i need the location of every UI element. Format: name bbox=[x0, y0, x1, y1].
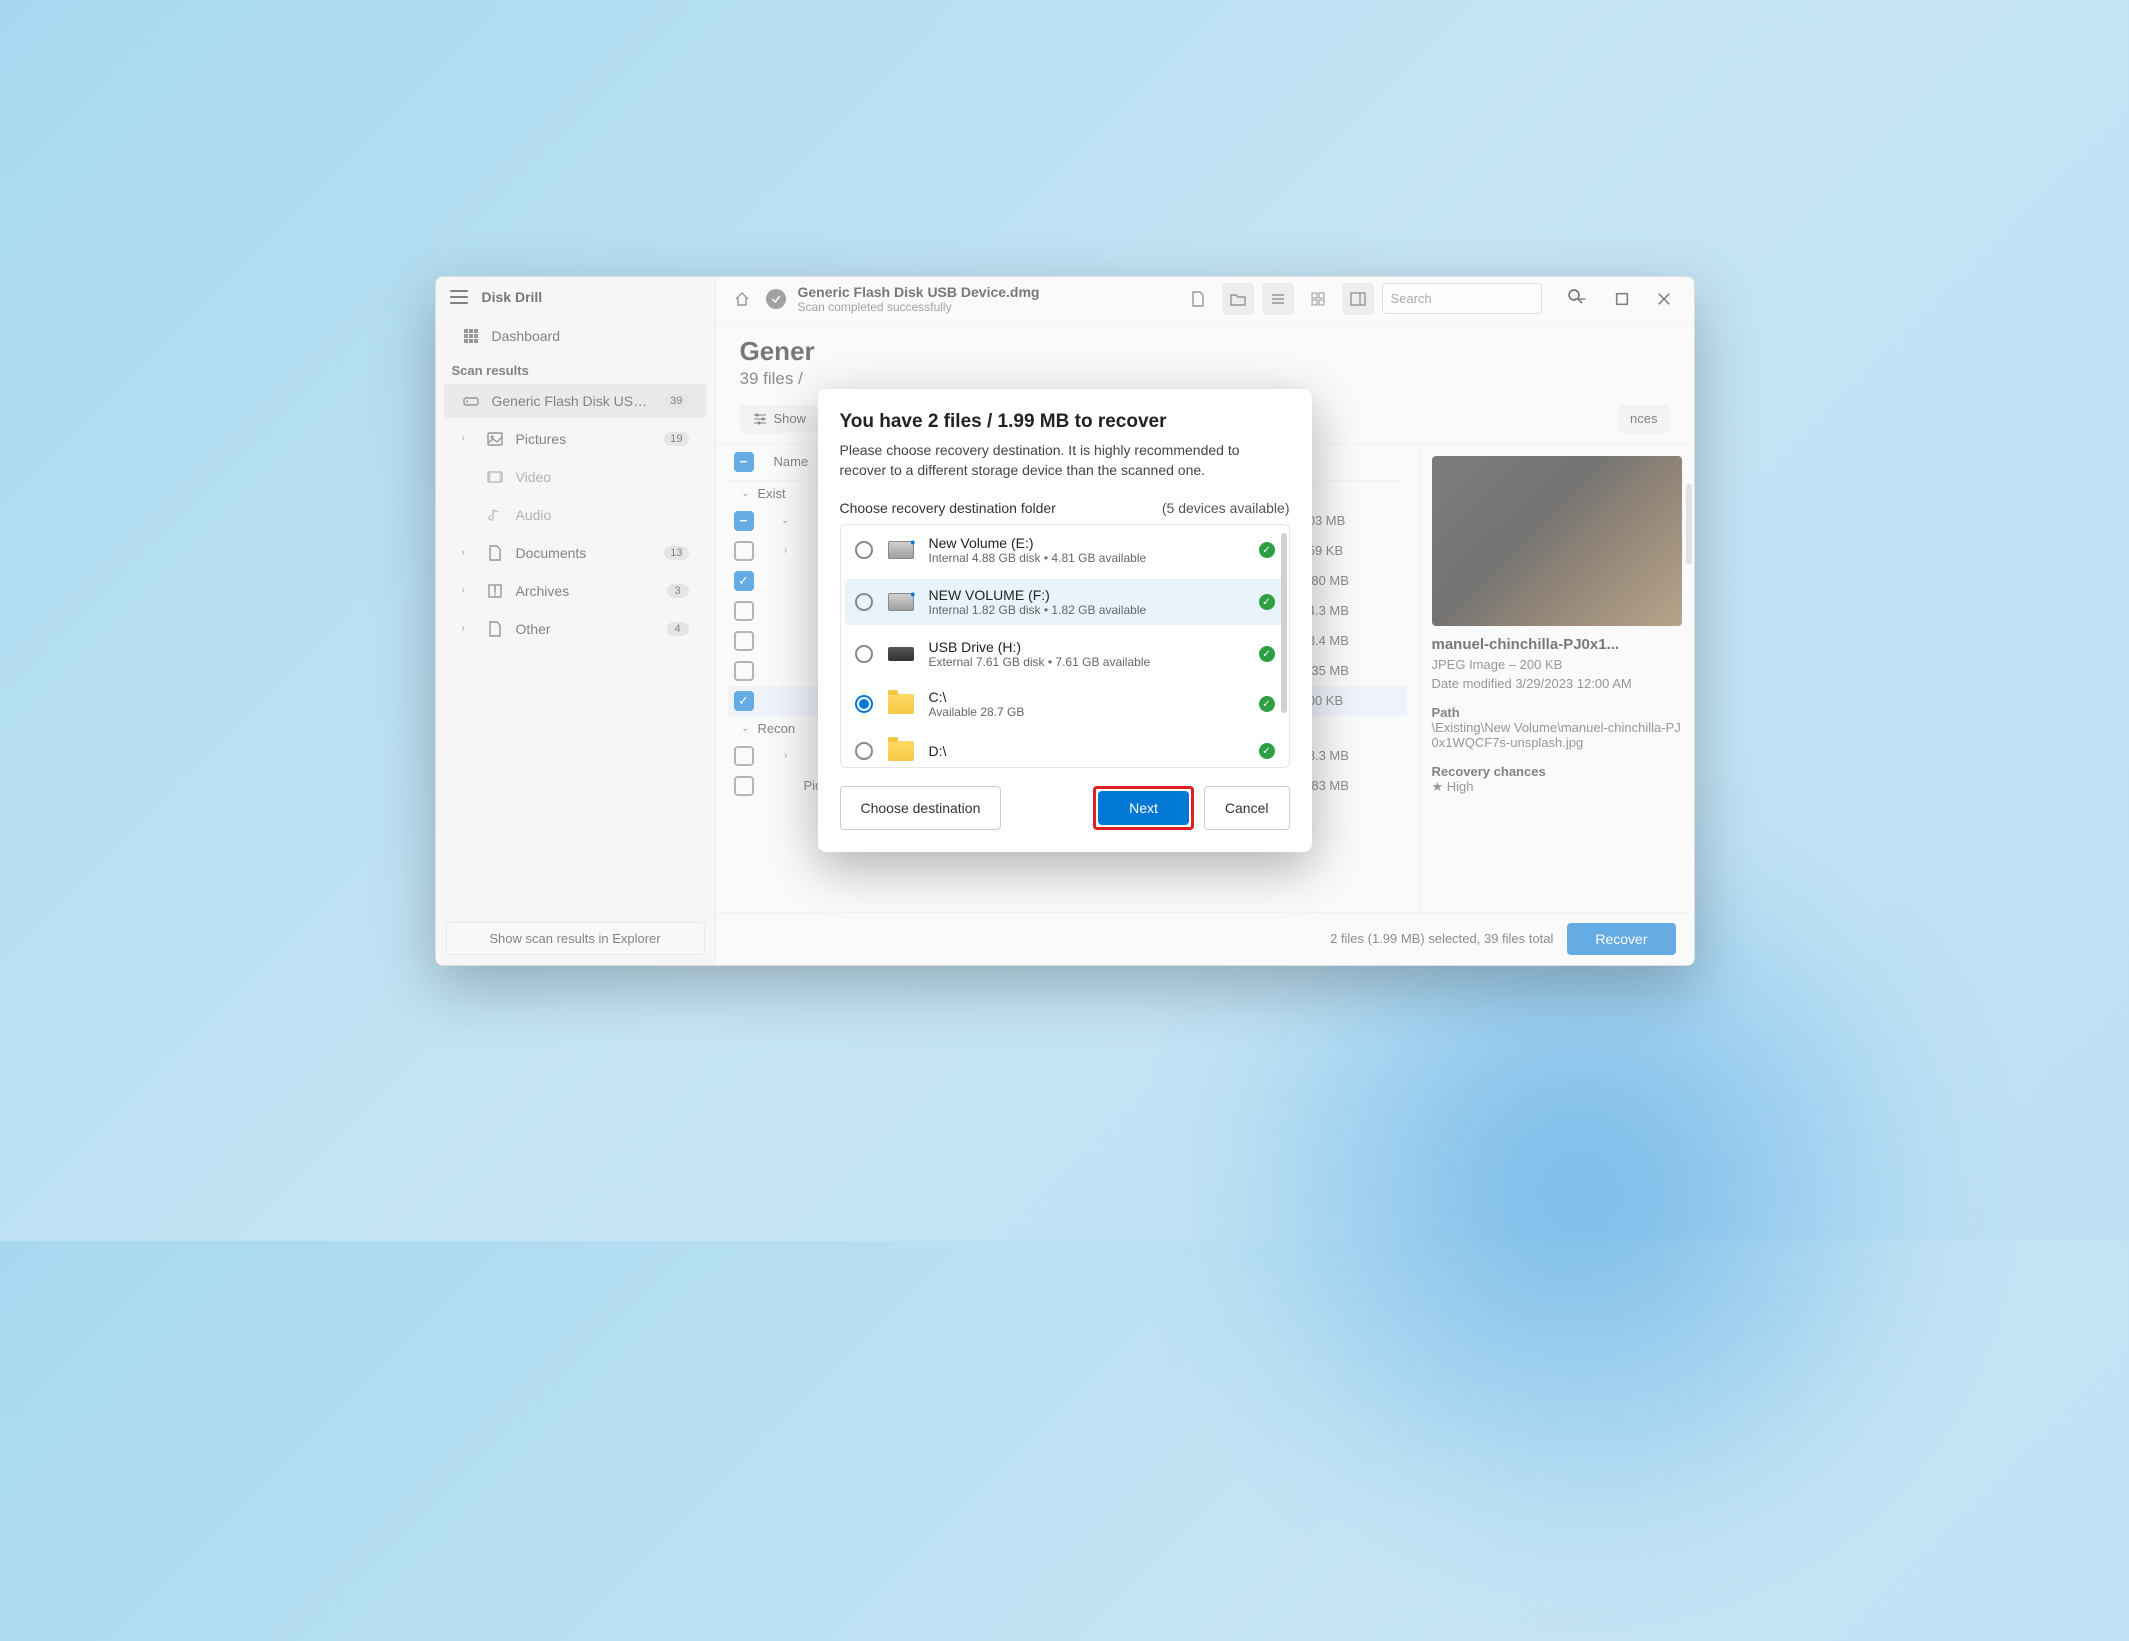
destination-sub: External 7.61 GB disk • 7.61 GB availabl… bbox=[929, 655, 1245, 669]
destination-option[interactable]: C:\ Available 28.7 GB ✓ bbox=[841, 679, 1289, 729]
check-ok-icon: ✓ bbox=[1259, 646, 1275, 662]
usb-drive-icon bbox=[887, 642, 915, 666]
next-button-highlight: Next bbox=[1093, 786, 1194, 830]
folder-icon bbox=[887, 692, 915, 716]
scrollbar[interactable] bbox=[1281, 533, 1287, 713]
destination-name: D:\ bbox=[929, 743, 1245, 759]
check-ok-icon: ✓ bbox=[1259, 743, 1275, 759]
destination-name: NEW VOLUME (F:) bbox=[929, 587, 1245, 603]
next-button[interactable]: Next bbox=[1098, 791, 1189, 825]
destination-name: USB Drive (H:) bbox=[929, 639, 1245, 655]
choose-destination-button[interactable]: Choose destination bbox=[840, 786, 1002, 830]
destination-list: New Volume (E:) Internal 4.88 GB disk • … bbox=[840, 524, 1290, 768]
modal-device-count: (5 devices available) bbox=[1162, 500, 1290, 516]
check-ok-icon: ✓ bbox=[1259, 542, 1275, 558]
destination-option[interactable]: NEW VOLUME (F:) Internal 1.82 GB disk • … bbox=[845, 579, 1285, 625]
check-ok-icon: ✓ bbox=[1259, 594, 1275, 610]
drive-icon bbox=[887, 590, 915, 614]
radio-button[interactable] bbox=[855, 593, 873, 611]
destination-sub: Internal 1.82 GB disk • 1.82 GB availabl… bbox=[929, 603, 1245, 617]
modal-title: You have 2 files / 1.99 MB to recover bbox=[840, 411, 1290, 433]
modal-overlay: You have 2 files / 1.99 MB to recover Pl… bbox=[436, 277, 1694, 965]
recovery-destination-modal: You have 2 files / 1.99 MB to recover Pl… bbox=[818, 389, 1312, 852]
destination-option[interactable]: D:\ ✓ bbox=[841, 729, 1289, 767]
modal-subhead: Choose recovery destination folder bbox=[840, 500, 1056, 516]
radio-button[interactable] bbox=[855, 742, 873, 760]
modal-description: Please choose recovery destination. It i… bbox=[840, 441, 1290, 480]
radio-button[interactable] bbox=[855, 645, 873, 663]
destination-sub: Internal 4.88 GB disk • 4.81 GB availabl… bbox=[929, 551, 1245, 565]
app-window: Disk Drill Dashboard Scan results Generi… bbox=[435, 276, 1695, 966]
destination-sub: Available 28.7 GB bbox=[929, 705, 1245, 719]
check-ok-icon: ✓ bbox=[1259, 696, 1275, 712]
radio-button[interactable] bbox=[855, 541, 873, 559]
cancel-button[interactable]: Cancel bbox=[1204, 786, 1290, 830]
radio-button[interactable] bbox=[855, 695, 873, 713]
folder-icon bbox=[887, 739, 915, 763]
drive-icon bbox=[887, 538, 915, 562]
destination-option[interactable]: New Volume (E:) Internal 4.88 GB disk • … bbox=[841, 525, 1289, 575]
destination-name: C:\ bbox=[929, 689, 1245, 705]
destination-name: New Volume (E:) bbox=[929, 535, 1245, 551]
destination-option[interactable]: USB Drive (H:) External 7.61 GB disk • 7… bbox=[841, 629, 1289, 679]
